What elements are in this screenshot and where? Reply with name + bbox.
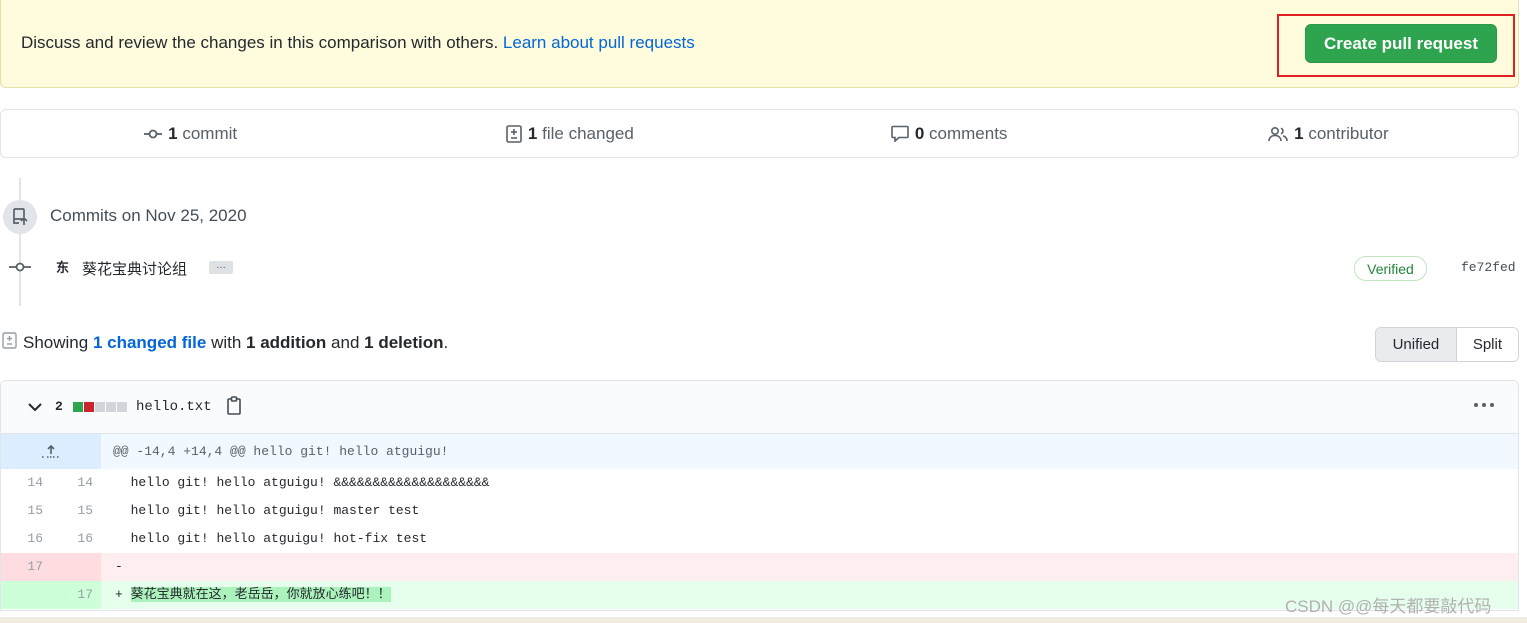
contributor-count: 1 <box>1294 123 1304 143</box>
bottom-strip <box>0 617 1527 623</box>
summary-showing: Showing <box>23 333 89 352</box>
commit-icon <box>144 129 163 138</box>
diff-view-toggle: Unified Split <box>1375 327 1519 362</box>
stat-contributors[interactable]: 1 contributor <box>1139 110 1518 157</box>
banner-message: Discuss and review the changes in this c… <box>21 33 499 52</box>
expand-up-icon[interactable] <box>1 434 101 469</box>
diff-line: 14 14 hello git! hello atguigu! &&&&&&&&… <box>1 469 1518 497</box>
create-pull-request-button[interactable]: Create pull request <box>1305 24 1497 63</box>
additions-count: 1 addition <box>246 333 327 352</box>
file-label: file changed <box>542 123 634 143</box>
diff-line: 16 16 hello git! hello atguigu! hot-fix … <box>1 525 1518 553</box>
new-line-number[interactable]: 16 <box>51 525 101 553</box>
commit-sha-link[interactable]: fe72fed <box>1461 260 1516 275</box>
summary-period: . <box>443 333 449 352</box>
diff-summary: Showing 1 changed file with 1 addition a… <box>23 333 448 353</box>
banner-text: Discuss and review the changes in this c… <box>21 33 695 53</box>
new-line-number[interactable]: 15 <box>51 497 101 525</box>
changed-files-link[interactable]: 1 changed file <box>93 333 206 352</box>
diff-line: 15 15 hello git! hello atguigu! master t… <box>1 497 1518 525</box>
summary-with: with <box>211 333 242 352</box>
file-count: 1 <box>527 123 538 143</box>
timeline-line <box>19 178 21 306</box>
compare-stats-bar: 1 commit 1 file changed 0 comments 1 con… <box>0 109 1519 158</box>
commit-message-link[interactable]: 葵花宝典讨论组 <box>82 258 187 279</box>
stat-comments[interactable]: 0 comments <box>760 110 1139 157</box>
learn-pull-requests-link[interactable]: Learn about pull requests <box>503 33 695 52</box>
diff-line-code: - <box>101 553 1518 581</box>
diff-line-code: hello git! hello atguigu! &&&&&&&&&&&&&&… <box>130 475 490 490</box>
comment-count: 0 <box>914 123 925 143</box>
diff-line-code: hello git! hello atguigu! master test <box>130 503 420 518</box>
old-line-number[interactable]: 15 <box>1 497 51 525</box>
comment-icon <box>891 125 909 142</box>
old-line-number[interactable] <box>1 581 51 609</box>
file-diff: 2 hello.txt @@ -14,4 +14,4 @@ hello git!… <box>0 380 1519 611</box>
comment-label: comments <box>929 123 1008 143</box>
split-view-button[interactable]: Split <box>1456 328 1518 361</box>
commit-count: 1 <box>168 123 178 143</box>
chevron-down-icon[interactable] <box>27 400 43 414</box>
hunk-header-text: @@ -14,4 +14,4 @@ hello git! hello atgui… <box>113 444 449 459</box>
stat-commits[interactable]: 1 commit <box>1 110 380 157</box>
deletions-count: 1 deletion <box>364 333 444 352</box>
file-actions-kebab-icon[interactable] <box>1474 403 1494 407</box>
diffstat-blocks <box>73 402 127 412</box>
new-line-number[interactable] <box>51 553 101 581</box>
new-line-number[interactable]: 17 <box>51 581 101 609</box>
diff-line-deletion: 17 - <box>1 553 1518 581</box>
summary-and: and <box>331 333 360 352</box>
clipboard-copy-icon[interactable] <box>226 396 242 416</box>
expand-commit-body-button[interactable]: … <box>209 261 233 274</box>
hunk-header-row: @@ -14,4 +14,4 @@ hello git! hello atgui… <box>1 434 1518 469</box>
commits-date-heading: Commits on Nov 25, 2020 <box>50 206 247 225</box>
verified-badge[interactable]: Verified <box>1354 256 1427 281</box>
contributor-label: contributor <box>1308 123 1389 143</box>
new-line-number[interactable]: 14 <box>51 469 101 497</box>
stat-files[interactable]: 1 file changed <box>380 110 759 157</box>
file-diff-icon <box>2 332 17 349</box>
file-name-link[interactable]: hello.txt <box>136 399 212 415</box>
diff-change-count: 2 <box>55 399 63 414</box>
repo-push-icon <box>3 200 37 234</box>
diff-line-code: hello git! hello atguigu! hot-fix test <box>130 531 428 546</box>
old-line-number[interactable]: 14 <box>1 469 51 497</box>
file-diff-icon <box>506 124 522 143</box>
old-line-number[interactable]: 17 <box>1 553 51 581</box>
people-icon <box>1268 126 1288 141</box>
commit-label: commit <box>182 123 238 143</box>
file-header: 2 hello.txt <box>1 381 1518 434</box>
avatar[interactable]: 东 <box>56 257 69 276</box>
old-line-number[interactable]: 16 <box>1 525 51 553</box>
unified-view-button[interactable]: Unified <box>1376 328 1457 361</box>
added-text-highlight: 葵花宝典就在这，老岳岳，你就放心练吧！！ <box>130 587 391 602</box>
commit-node-icon <box>9 262 31 272</box>
watermark: CSDN @@每天都要敲代码 <box>1285 597 1492 616</box>
